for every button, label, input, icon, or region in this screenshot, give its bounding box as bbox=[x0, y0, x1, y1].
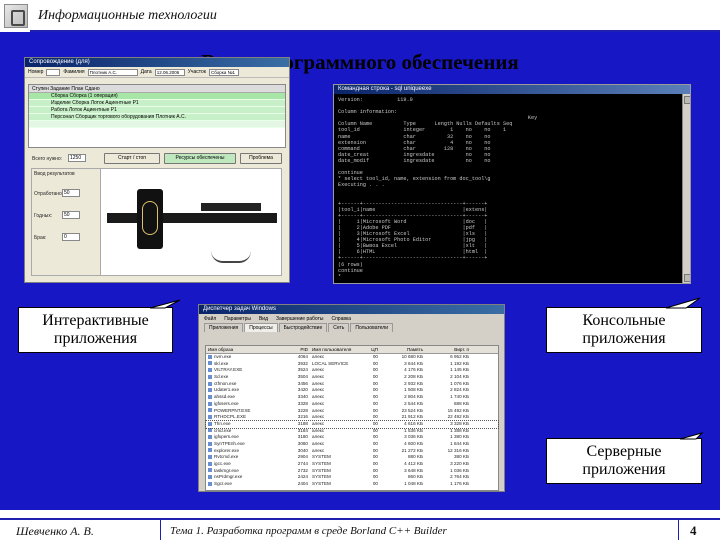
callout-interactive-tail bbox=[149, 299, 181, 309]
page-number: 4 bbox=[690, 523, 697, 538]
author: Шевченко А. В. bbox=[16, 524, 94, 538]
footer-separator bbox=[160, 520, 161, 540]
callout-tails bbox=[149, 297, 704, 440]
footer-separator bbox=[678, 520, 679, 540]
footer-divider bbox=[0, 518, 720, 520]
callout-server-tail bbox=[679, 432, 704, 440]
callout-console-tail bbox=[665, 297, 701, 309]
footer: Шевченко А. В. Тема 1. Разработка програ… bbox=[0, 510, 720, 540]
topic: Тема 1. Разработка программ в среде Borl… bbox=[170, 525, 447, 537]
